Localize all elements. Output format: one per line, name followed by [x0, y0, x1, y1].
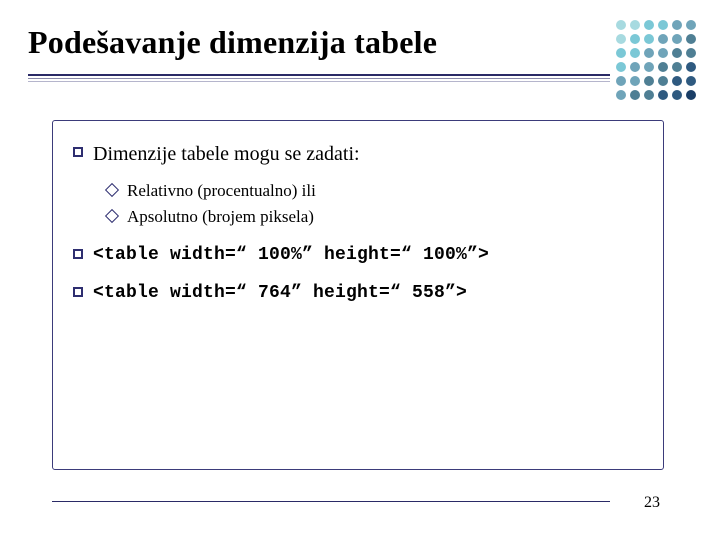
dot-icon — [630, 48, 640, 58]
dot-icon — [672, 34, 682, 44]
list-item-code: <table width=“ 100%” height=“ 100%”> — [93, 243, 645, 267]
title-area: Podešavanje dimenzija tabele — [28, 24, 696, 61]
dot-icon — [616, 48, 626, 58]
decorative-dot-grid — [616, 20, 698, 102]
slide: Podešavanje dimenzija tabele Dimenzije t… — [0, 0, 720, 540]
dot-icon — [644, 48, 654, 58]
dot-icon — [686, 48, 696, 58]
dot-icon — [658, 90, 668, 100]
dot-icon — [658, 62, 668, 72]
dot-icon — [644, 20, 654, 30]
dot-icon — [616, 62, 626, 72]
dot-icon — [616, 76, 626, 86]
dot-icon — [630, 76, 640, 86]
dot-icon — [644, 76, 654, 86]
list-item-text: Relativno (procentualno) ili — [127, 178, 645, 204]
title-rule-thin-1 — [28, 78, 610, 79]
sublist: Relativno (procentualno) ili Apsolutno (… — [107, 178, 645, 229]
footer-rule — [52, 501, 610, 502]
dot-icon — [672, 62, 682, 72]
list-item: Apsolutno (brojem piksela) — [107, 204, 645, 230]
title-rule-thick — [28, 74, 610, 76]
dot-icon — [630, 20, 640, 30]
title-rule-thin-2 — [28, 81, 610, 82]
dot-icon — [616, 90, 626, 100]
content-box: Dimenzije tabele mogu se zadati: Relativ… — [52, 120, 664, 470]
square-bullet-icon — [73, 147, 83, 157]
list-item-text: Dimenzije tabele mogu se zadati: — [93, 141, 645, 168]
dot-icon — [672, 48, 682, 58]
diamond-bullet-icon — [105, 208, 119, 222]
dot-icon — [672, 20, 682, 30]
list-item: Dimenzije tabele mogu se zadati: — [73, 141, 645, 168]
dot-icon — [686, 62, 696, 72]
dot-icon — [630, 90, 640, 100]
dot-icon — [630, 62, 640, 72]
square-bullet-icon — [73, 287, 83, 297]
list-item: Relativno (procentualno) ili — [107, 178, 645, 204]
dot-icon — [686, 90, 696, 100]
dot-icon — [644, 34, 654, 44]
dot-icon — [658, 20, 668, 30]
list-item: <table width=“ 100%” height=“ 100%”> — [73, 243, 645, 267]
dot-icon — [630, 34, 640, 44]
dot-icon — [616, 34, 626, 44]
dot-icon — [686, 76, 696, 86]
square-bullet-icon — [73, 249, 83, 259]
dot-icon — [644, 62, 654, 72]
dot-icon — [672, 76, 682, 86]
dot-icon — [672, 90, 682, 100]
diamond-bullet-icon — [105, 183, 119, 197]
dot-icon — [616, 20, 626, 30]
dot-icon — [658, 48, 668, 58]
dot-icon — [686, 34, 696, 44]
dot-icon — [658, 76, 668, 86]
list-item-text: Apsolutno (brojem piksela) — [127, 204, 645, 230]
list-item-code: <table width=“ 764” height=“ 558”> — [93, 281, 645, 305]
dot-icon — [644, 90, 654, 100]
dot-icon — [658, 34, 668, 44]
page-number: 23 — [644, 494, 660, 512]
list-item: <table width=“ 764” height=“ 558”> — [73, 281, 645, 305]
dot-icon — [686, 20, 696, 30]
slide-title: Podešavanje dimenzija tabele — [28, 24, 696, 61]
